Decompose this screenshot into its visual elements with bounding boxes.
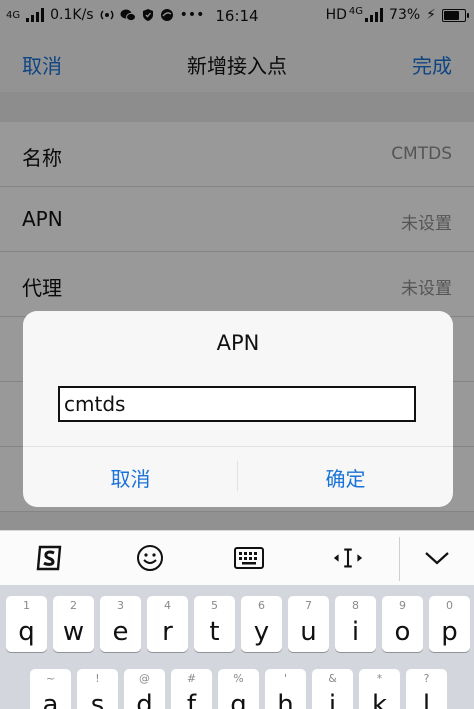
key-char: h	[277, 690, 294, 709]
key-char: y	[253, 617, 270, 647]
key-char: l	[422, 690, 431, 709]
key-symbol: ?	[423, 672, 430, 685]
key-symbol: @	[139, 672, 150, 685]
dialog-cancel-button[interactable]: 取消	[23, 463, 238, 492]
keyboard: 1q 2w 3e 4r 5t 6y 7u 8i 9o 0p ~ a ! s @ d #…	[0, 585, 474, 709]
key-digit: 1	[23, 599, 30, 612]
key-t[interactable]: 5t	[194, 596, 235, 652]
keyboard-toolbar	[0, 530, 474, 586]
toolbar-divider	[399, 537, 400, 581]
key-f[interactable]: # f	[171, 669, 212, 709]
key-h[interactable]: ' h	[265, 669, 306, 709]
key-e[interactable]: 3e	[100, 596, 141, 652]
collapse-keyboard-icon[interactable]	[421, 543, 453, 573]
key-char: w	[62, 617, 85, 647]
key-char: g	[230, 690, 247, 709]
key-symbol: !	[95, 672, 100, 685]
key-d[interactable]: @ d	[124, 669, 165, 709]
key-char: d	[136, 690, 153, 709]
key-char: u	[300, 617, 317, 647]
key-p[interactable]: 0p	[429, 596, 470, 652]
key-char: f	[186, 690, 197, 709]
apn-input[interactable]	[58, 386, 416, 422]
key-digit: 6	[258, 599, 265, 612]
key-digit: 7	[305, 599, 312, 612]
key-symbol: %	[233, 672, 244, 685]
key-digit: 3	[117, 599, 124, 612]
key-i[interactable]: 8i	[335, 596, 376, 652]
key-q[interactable]: 1q	[6, 596, 47, 652]
key-char: o	[394, 617, 411, 647]
key-char: i	[351, 617, 360, 647]
key-symbol: *	[376, 672, 383, 685]
key-char: j	[328, 690, 337, 709]
key-s[interactable]: ! s	[77, 669, 118, 709]
key-r[interactable]: 4r	[147, 596, 188, 652]
sogou-logo-icon[interactable]	[34, 543, 66, 573]
key-digit: 5	[211, 599, 218, 612]
emoji-icon[interactable]	[134, 543, 166, 573]
key-o[interactable]: 9o	[382, 596, 423, 652]
key-char: s	[90, 690, 105, 709]
key-char: e	[112, 617, 129, 647]
key-char: t	[209, 617, 220, 647]
key-a[interactable]: ~ a	[30, 669, 71, 709]
key-digit: 2	[70, 599, 77, 612]
key-digit: 9	[399, 599, 406, 612]
key-char: q	[18, 617, 35, 647]
keyboard-icon[interactable]	[233, 543, 265, 573]
dialog-title: APN	[216, 331, 260, 355]
dialog-confirm-button[interactable]: 确定	[238, 463, 453, 492]
cursor-move-icon[interactable]	[332, 543, 364, 573]
key-digit: 8	[352, 599, 359, 612]
screen: 4G 0.1K/s ••• 16:14 HD 4G 73% ⚡ 取消 新增接入点…	[0, 0, 474, 709]
key-char: r	[162, 617, 173, 647]
key-char: p	[441, 617, 458, 647]
key-j[interactable]: & j	[312, 669, 353, 709]
key-k[interactable]: * k	[359, 669, 400, 709]
key-char: k	[371, 690, 388, 709]
key-char: a	[42, 690, 59, 709]
key-u[interactable]: 7u	[288, 596, 329, 652]
key-w[interactable]: 2w	[53, 596, 94, 652]
apn-input-dialog: APN 取消 确定	[23, 311, 453, 507]
key-digit: 4	[164, 599, 171, 612]
key-symbol: #	[186, 672, 197, 685]
key-g[interactable]: % g	[218, 669, 259, 709]
key-digit: 0	[446, 599, 453, 612]
key-y[interactable]: 6y	[241, 596, 282, 652]
key-symbol: ~	[45, 672, 56, 685]
key-symbol: '	[283, 672, 288, 685]
dialog-divider	[23, 446, 453, 447]
key-symbol: &	[328, 672, 337, 685]
key-l[interactable]: ? l	[406, 669, 447, 709]
